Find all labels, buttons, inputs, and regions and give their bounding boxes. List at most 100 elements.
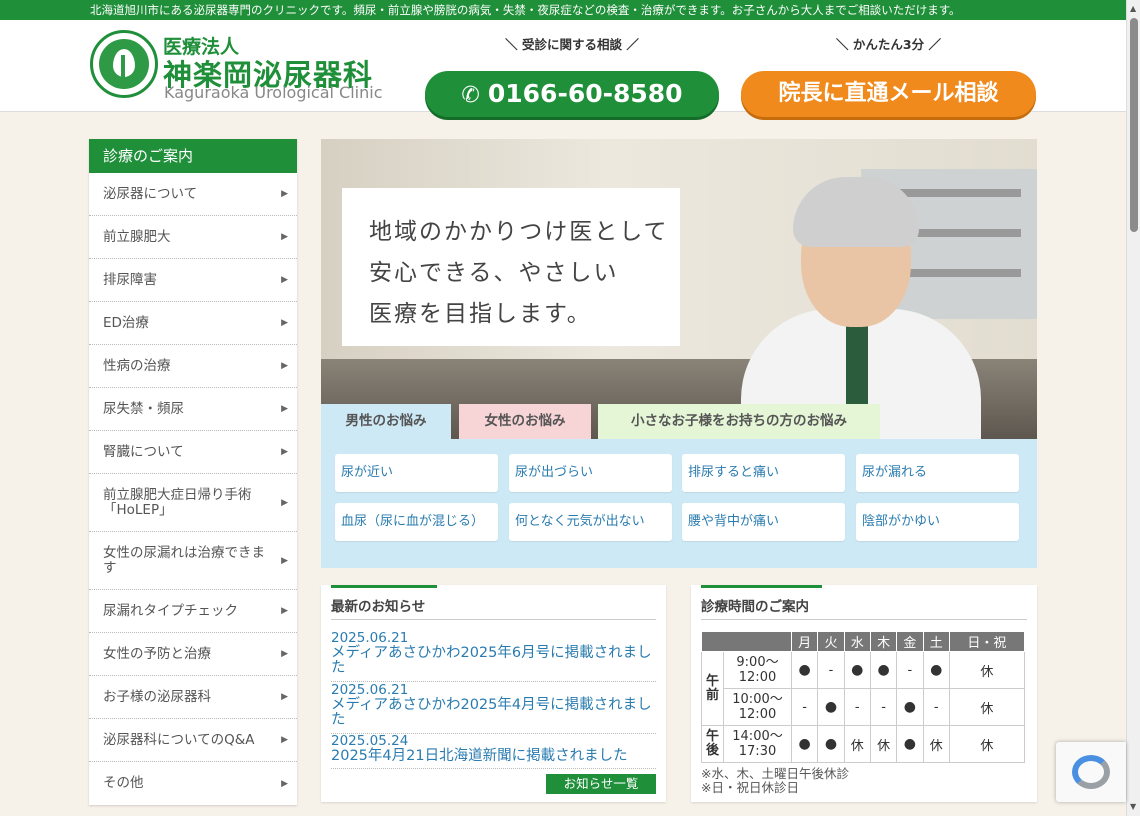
- sidebar-item-urology[interactable]: 泌尿器について ▶: [89, 173, 297, 216]
- sidebar-item-ed[interactable]: ED治療 ▶: [89, 302, 297, 345]
- sidebar-item-label: 前立腺肥大: [103, 228, 171, 245]
- news-item-title: メディアあさひかわ2025年6月号に掲載されました: [331, 645, 652, 676]
- chevron-right-icon: ▶: [281, 232, 288, 242]
- sidebar-item-leak-check[interactable]: 尿漏れタイプチェック ▶: [89, 590, 297, 633]
- news-item[interactable]: 2025.06.21 メディアあさひかわ2025年4月号に掲載されました: [331, 683, 656, 734]
- sidebar-item-label: 性病の治療: [103, 357, 171, 374]
- tab-women[interactable]: 女性のお悩み: [459, 404, 591, 439]
- sidebar-item-label: 女性の尿漏れは治療できます: [103, 545, 265, 576]
- sidebar-item-label: 前立腺肥大症日帰り手術「HoLEP」: [103, 487, 252, 518]
- sidebar-item-other[interactable]: その他 ▶: [89, 762, 297, 805]
- day-header: 金: [896, 631, 924, 652]
- scroll-up-icon[interactable]: ▲: [1130, 4, 1136, 13]
- news-date: 2025.06.21: [331, 682, 409, 698]
- sidebar-item-holep[interactable]: 前立腺肥大症日帰り手術「HoLEP」 ▶: [89, 474, 297, 532]
- hours-cell: -: [843, 688, 871, 726]
- sidebar-item-label: 尿失禁・頻尿: [103, 400, 184, 417]
- chevron-right-icon: ▶: [281, 447, 288, 457]
- symptom-button[interactable]: 腰や背中が痛い: [682, 503, 845, 541]
- chevron-right-icon: ▶: [281, 555, 288, 566]
- hero-image: 地域のかかりつけ医として 安心できる、やさしい 医療を目指します。: [321, 139, 1037, 439]
- phone-cta-label: ＼ 受診に関する相談 ／: [505, 37, 639, 52]
- chevron-right-icon: ▶: [281, 404, 288, 414]
- hours-cell: -: [922, 688, 950, 726]
- time-slot: 14:00〜 17:30: [723, 725, 792, 763]
- symptom-button[interactable]: 何となく元気が出ない: [509, 503, 672, 541]
- chevron-right-icon: ▶: [281, 735, 288, 745]
- symptom-button[interactable]: 尿が出づらい: [509, 454, 672, 492]
- hours-cell: -: [790, 688, 819, 726]
- sidebar-item-kids[interactable]: お子様の泌尿器科 ▶: [89, 676, 297, 719]
- news-item-title: メディアあさひかわ2025年4月号に掲載されました: [331, 697, 652, 728]
- hours-cell: 休: [869, 725, 898, 763]
- tab-kids[interactable]: 小さなお子様をお持ちの方のお悩み: [598, 404, 880, 439]
- sidebar-item-qa[interactable]: 泌尿器科についてのQ&A ▶: [89, 719, 297, 762]
- sidebar-item-female-prevention[interactable]: 女性の予防と治療 ▶: [89, 633, 297, 676]
- chevron-right-icon: ▶: [281, 606, 288, 616]
- clinic-logo-icon[interactable]: [90, 30, 158, 98]
- recaptcha-badge[interactable]: [1056, 742, 1126, 802]
- news-date: 2025.06.21: [331, 630, 409, 646]
- chevron-right-icon: ▶: [281, 318, 288, 328]
- hours-cell: 休: [948, 651, 1026, 689]
- chevron-right-icon: ▶: [281, 361, 288, 371]
- hours-cell: ●: [896, 725, 924, 763]
- day-header: 土: [922, 631, 950, 652]
- hero-caption-line: 安心できる、やさしい: [369, 260, 619, 286]
- news-title: 最新のお知らせ: [331, 599, 426, 615]
- sidebar-item-label: 女性の予防と治療: [103, 645, 211, 662]
- news-date: 2025.05.24: [331, 733, 409, 749]
- phone-call-button[interactable]: ✆ 0166-60-8580: [425, 71, 719, 117]
- hours-cell: ●: [817, 688, 845, 726]
- chevron-right-icon: ▶: [281, 649, 288, 659]
- symptom-button[interactable]: 血尿（尿に血が混じる）: [335, 503, 498, 541]
- phone-icon: ✆: [461, 83, 480, 108]
- sidebar-item-urination[interactable]: 排尿障害 ▶: [89, 259, 297, 302]
- scroll-thumb[interactable]: [1130, 18, 1138, 232]
- hero-caption: 地域のかかりつけ医として 安心できる、やさしい 医療を目指します。: [342, 188, 680, 346]
- hours-cell: 休: [948, 725, 1026, 763]
- hours-panel: 診療時間のご案内 月 火 水 木 金 土 日・祝 午前 9:00〜 12:00 ●…: [691, 585, 1037, 802]
- chevron-right-icon: ▶: [281, 692, 288, 702]
- mail-consult-button[interactable]: 院長に直通メール相談: [741, 71, 1036, 117]
- period-pm: 午後: [701, 725, 724, 763]
- hero-caption-line: 医療を目指します。: [369, 301, 592, 327]
- sidebar-item-std[interactable]: 性病の治療 ▶: [89, 345, 297, 388]
- news-item[interactable]: 2025.06.21 メディアあさひかわ2025年6月号に掲載されました: [331, 631, 656, 682]
- symptom-button[interactable]: 陰部がかゆい: [856, 503, 1019, 541]
- hours-note: ※水、木、土曜日午後休診 ※日・祝日休診日: [701, 766, 849, 795]
- site-tagline: 北海道旭川市にある泌尿器専門のクリニックです。頻尿・前立腺や膀胱の病気・失禁・夜…: [0, 0, 1126, 20]
- recaptcha-icon: [1072, 755, 1110, 789]
- symptom-button[interactable]: 排尿すると痛い: [682, 454, 845, 492]
- sidebar-item-prostate[interactable]: 前立腺肥大 ▶: [89, 216, 297, 259]
- hours-cell: -: [817, 651, 845, 689]
- sidebar-item-label: お子様の泌尿器科: [103, 688, 211, 705]
- sidebar-item-label: ED治療: [103, 314, 149, 331]
- day-header: 火: [817, 631, 845, 652]
- symptom-panel: 尿が近い 尿が出づらい 排尿すると痛い 尿が漏れる 血尿（尿に血が混じる） 何と…: [321, 439, 1037, 568]
- hours-cell: ●: [790, 651, 819, 689]
- sidebar-item-label: 腎臓について: [103, 443, 184, 460]
- scroll-down-icon[interactable]: ▼: [1130, 802, 1136, 811]
- news-list-button[interactable]: お知らせ一覧: [546, 774, 656, 794]
- hours-cell: ●: [817, 725, 845, 763]
- logo-english[interactable]: Kaguraoka Urological Clinic: [164, 83, 383, 102]
- hours-cell: ●: [843, 651, 871, 689]
- chevron-right-icon: ▶: [281, 778, 288, 789]
- day-header: 日・祝: [948, 631, 1026, 652]
- sidebar-item-kidney[interactable]: 腎臓について ▶: [89, 431, 297, 474]
- tab-men[interactable]: 男性のお悩み: [321, 404, 451, 439]
- symptom-button[interactable]: 尿が近い: [335, 454, 498, 492]
- page-scrollbar[interactable]: ▲ ▼: [1126, 0, 1140, 816]
- site-header: 医療法人 神楽岡泌尿器科 Kaguraoka Urological Clinic…: [0, 20, 1126, 117]
- period-am: 午前: [701, 651, 724, 726]
- sidebar-item-incontinence[interactable]: 尿失禁・頻尿 ▶: [89, 388, 297, 431]
- symptom-button[interactable]: 尿が漏れる: [856, 454, 1019, 492]
- sidebar-item-label: 排尿障害: [103, 271, 157, 288]
- sidebar-menu: 診療のご案内 泌尿器について ▶ 前立腺肥大 ▶ 排尿障害 ▶ ED治療 ▶ 性病の治療…: [89, 139, 297, 805]
- hours-title: 診療時間のご案内: [701, 599, 809, 615]
- hours-cell: 休: [922, 725, 950, 763]
- news-item[interactable]: 2025.05.24 2025年4月21日北海道新聞に掲載されました: [331, 734, 656, 769]
- hours-cell: 休: [948, 688, 1026, 726]
- sidebar-item-female-leak[interactable]: 女性の尿漏れは治療できます ▶: [89, 532, 297, 590]
